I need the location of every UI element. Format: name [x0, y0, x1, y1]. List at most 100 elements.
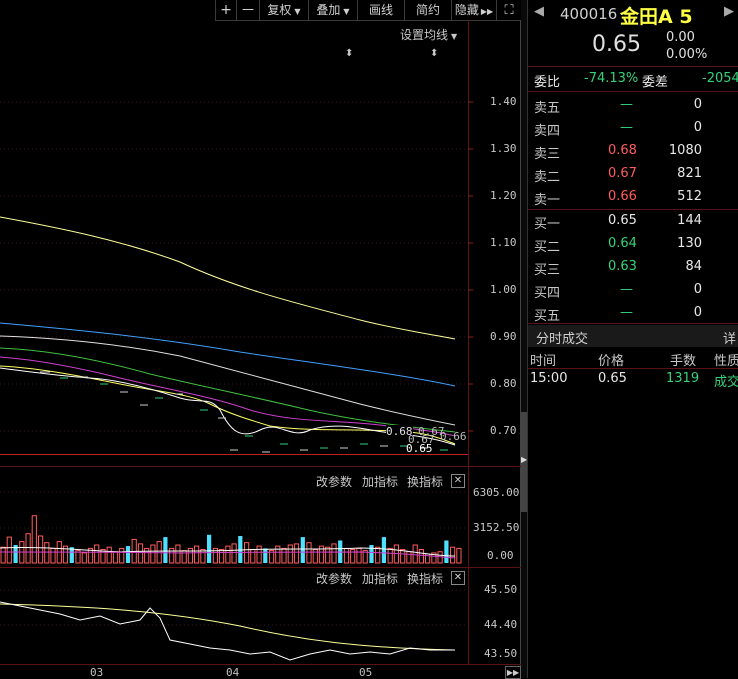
volume-bar [287, 544, 293, 564]
weibi-label: 委比 [534, 75, 561, 90]
ask-volume: 1080 [668, 143, 702, 158]
volume-bar [343, 547, 350, 564]
volume-bar [369, 545, 374, 563]
y-tick: 1.00 [490, 283, 517, 296]
volume-bar [106, 546, 112, 564]
volume-bar [44, 542, 50, 564]
y-tick: 0.80 [490, 377, 517, 390]
col-header-nature: 性质 [714, 354, 738, 369]
stock-name: 金田A 5 [620, 6, 693, 28]
volume-bar [306, 542, 312, 564]
change-params-button[interactable]: 改参数 [316, 570, 352, 587]
volume-bar [200, 549, 206, 564]
ask-row: 卖四 — 0 [528, 117, 738, 140]
ticks-detail-button[interactable]: 详 [723, 328, 736, 347]
stock-code: 400016 [560, 5, 618, 23]
volume-bar [387, 547, 393, 564]
bid-label: 买二 [534, 240, 561, 255]
set-ma-label: 设置均线 [400, 28, 449, 42]
volume-bar [250, 549, 256, 564]
volume-bar [263, 548, 268, 563]
ask-volume: 0 [693, 97, 702, 112]
volume-y-tick: 0.00 [487, 549, 514, 562]
tick-nature: 成交 [714, 375, 738, 390]
indicator-y-tick: 44.40 [484, 618, 518, 631]
volume-bar [144, 547, 150, 564]
bid-label: 买三 [534, 263, 561, 278]
tick-volume: 1319 [666, 371, 700, 386]
volume-bar [293, 543, 300, 564]
marker-icon: ⬍ [345, 48, 353, 59]
bid-price: — [620, 305, 633, 320]
volume-bar [225, 545, 231, 564]
volume-bar [444, 540, 449, 563]
volume-bar [406, 551, 412, 564]
y-tick: 0.90 [490, 330, 517, 343]
ma30-line [0, 347, 456, 433]
x-tick: 04 [226, 666, 240, 679]
volume-bar [300, 537, 305, 563]
indicator-y-tick: 45.50 [484, 583, 518, 596]
volume-bar [150, 544, 156, 564]
ticks-column-headers: 时间 价格 手数 性质 [528, 348, 738, 369]
bid-volume: 0 [693, 282, 702, 297]
volume-y-tick: 3152.50 [473, 521, 520, 534]
set-ma-button[interactable]: 设置均线 ▼ [400, 26, 457, 43]
ma250-line [0, 216, 456, 340]
bid-label: 买五 [534, 309, 561, 324]
volume-bar [244, 542, 250, 564]
volume-bar [50, 547, 56, 564]
weicha-label: 委差 [642, 75, 669, 90]
ask-volume: 0 [693, 120, 702, 135]
ask-price: 0.67 [608, 166, 637, 181]
col-header-price: 价格 [598, 354, 625, 369]
volume-bar [81, 552, 87, 564]
volume-bar [231, 543, 237, 564]
tick-time: 15:00 [530, 371, 568, 386]
ask-row: 卖三 0.68 1080 [528, 140, 738, 163]
ask-label: 卖二 [534, 170, 561, 185]
next-stock-icon[interactable]: ▶ [724, 4, 734, 19]
ticks-title[interactable]: 分时成交 [536, 328, 588, 347]
tick-price: 0.65 [598, 371, 627, 386]
close-panel-icon[interactable]: ✕ [451, 571, 465, 585]
indicator-y-tick: 43.50 [484, 647, 518, 660]
panel-splitter[interactable] [521, 0, 528, 678]
indicator-line-white [0, 601, 455, 661]
add-indicator-button[interactable]: 加指标 [362, 570, 398, 587]
volume-ma2-line [0, 551, 456, 559]
volume-bar [6, 536, 12, 564]
weibi-row: 委比 -74.13% 委差 -2054 [528, 68, 738, 91]
bid-label: 买一 [534, 217, 561, 232]
close-panel-icon[interactable]: ✕ [451, 474, 465, 488]
y-tick: 1.20 [490, 189, 517, 202]
x-tick: 05 [359, 666, 373, 679]
change-params-button[interactable]: 改参数 [316, 473, 352, 490]
y-tick: 1.40 [490, 95, 517, 108]
weibi-value: -74.13% [584, 71, 639, 86]
volume-bar [137, 543, 144, 564]
add-indicator-button[interactable]: 加指标 [362, 473, 398, 490]
col-header-time: 时间 [530, 354, 557, 369]
volume-bar [125, 546, 131, 563]
volume-bar [119, 547, 125, 564]
collapse-arrow-icon[interactable]: ▶ [521, 455, 527, 464]
bid-price: — [620, 282, 633, 297]
bid-row: 买四 — 0 [528, 279, 738, 302]
volume-bar [207, 534, 212, 563]
switch-indicator-button[interactable]: 换指标 [407, 570, 443, 587]
ask-volume: 821 [677, 166, 702, 181]
scroll-right-icon[interactable]: ▶▶ [505, 666, 521, 679]
indicator-line-yellow [0, 603, 456, 651]
prev-stock-icon[interactable]: ◀ [534, 4, 544, 19]
bid-volume: 144 [677, 213, 702, 228]
price-label: 0.66 [440, 430, 467, 443]
volume-bar [194, 545, 200, 564]
ask-row: 卖一 0.66 512 [528, 186, 738, 209]
ask-label: 卖五 [534, 101, 561, 116]
volume-bar [312, 549, 318, 564]
bid-volume: 84 [685, 259, 702, 274]
volume-bar [0, 546, 6, 564]
dropdown-arrow-icon: ▼ [451, 32, 458, 41]
switch-indicator-button[interactable]: 换指标 [407, 473, 443, 490]
